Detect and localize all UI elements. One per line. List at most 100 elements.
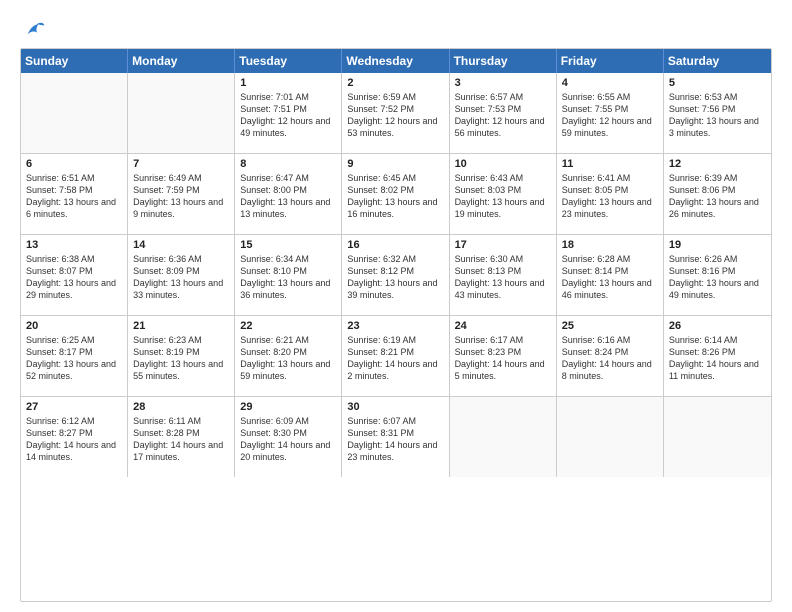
cal-cell-number: 8 [240, 158, 336, 170]
page: SundayMondayTuesdayWednesdayThursdayFrid… [0, 0, 792, 612]
cal-cell-info: Sunrise: 6:36 AM Sunset: 8:09 PM Dayligh… [133, 253, 229, 302]
cal-cell-info: Sunrise: 6:45 AM Sunset: 8:02 PM Dayligh… [347, 172, 443, 221]
cal-cell-info: Sunrise: 6:39 AM Sunset: 8:06 PM Dayligh… [669, 172, 766, 221]
cal-cell: 15 Sunrise: 6:34 AM Sunset: 8:10 PM Dayli… [235, 235, 342, 315]
cal-cell: 2Sunrise: 6:59 AM Sunset: 7:52 PM Daylig… [342, 73, 449, 153]
cal-cell-number: 7 [133, 158, 229, 170]
calendar: SundayMondayTuesdayWednesdayThursdayFrid… [20, 48, 772, 602]
cal-cell: 1 Sunrise: 7:01 AM Sunset: 7:51 PM Daylig… [235, 73, 342, 153]
cal-cell-info: Sunrise: 6:49 AM Sunset: 7:59 PM Dayligh… [133, 172, 229, 221]
cal-cell-number: 27 [26, 401, 122, 413]
cal-cell: 13 Sunrise: 6:38 AM Sunset: 8:07 PM Dayli… [21, 235, 128, 315]
cal-cell: 23Sunrise: 6:19 AM Sunset: 8:21 PM Dayli… [342, 316, 449, 396]
cal-cell-info: Sunrise: 6:11 AM Sunset: 8:28 PM Dayligh… [133, 415, 229, 464]
cal-cell-number: 22 [240, 320, 336, 332]
cal-header-day: Thursday [450, 49, 557, 73]
cal-cell-info: Sunrise: 6:21 AM Sunset: 8:20 PM Dayligh… [240, 334, 336, 383]
cal-cell: 12 Sunrise: 6:39 AM Sunset: 8:06 PM Dayli… [664, 154, 771, 234]
cal-cell: 29Sunrise: 6:09 AM Sunset: 8:30 PM Dayli… [235, 397, 342, 477]
cal-cell: 28 Sunrise: 6:11 AM Sunset: 8:28 PM Dayli… [128, 397, 235, 477]
cal-cell: 20 Sunrise: 6:25 AM Sunset: 8:17 PM Dayli… [21, 316, 128, 396]
cal-cell: 22 Sunrise: 6:21 AM Sunset: 8:20 PM Dayli… [235, 316, 342, 396]
calendar-header: SundayMondayTuesdayWednesdayThursdayFrid… [21, 49, 771, 73]
cal-cell-info: Sunrise: 6:51 AM Sunset: 7:58 PM Dayligh… [26, 172, 122, 221]
cal-cell-info: Sunrise: 6:34 AM Sunset: 8:10 PM Dayligh… [240, 253, 336, 302]
cal-cell: 10 Sunrise: 6:43 AM Sunset: 8:03 PM Dayli… [450, 154, 557, 234]
cal-header-day: Friday [557, 49, 664, 73]
cal-cell-number: 13 [26, 239, 122, 251]
cal-cell-info: Sunrise: 6:30 AM Sunset: 8:13 PM Dayligh… [455, 253, 551, 302]
cal-cell [128, 73, 235, 153]
cal-header-day: Wednesday [342, 49, 449, 73]
cal-cell [450, 397, 557, 477]
cal-row: 27 Sunrise: 6:12 AM Sunset: 8:27 PM Dayli… [21, 396, 771, 477]
cal-cell-info: Sunrise: 6:38 AM Sunset: 8:07 PM Dayligh… [26, 253, 122, 302]
cal-row: 20 Sunrise: 6:25 AM Sunset: 8:17 PM Dayli… [21, 315, 771, 396]
cal-cell-info: Sunrise: 6:55 AM Sunset: 7:55 PM Dayligh… [562, 91, 658, 140]
cal-cell-info: Sunrise: 6:14 AM Sunset: 8:26 PM Dayligh… [669, 334, 766, 383]
cal-cell: 18 Sunrise: 6:28 AM Sunset: 8:14 PM Dayli… [557, 235, 664, 315]
cal-cell: 5 Sunrise: 6:53 AM Sunset: 7:56 PM Daylig… [664, 73, 771, 153]
cal-cell-number: 20 [26, 320, 122, 332]
cal-cell-number: 30 [347, 401, 443, 413]
cal-row: 13 Sunrise: 6:38 AM Sunset: 8:07 PM Dayli… [21, 234, 771, 315]
cal-cell-number: 24 [455, 320, 551, 332]
cal-cell-number: 10 [455, 158, 551, 170]
cal-cell-number: 2 [347, 77, 443, 89]
cal-cell-number: 9 [347, 158, 443, 170]
cal-row: 1 Sunrise: 7:01 AM Sunset: 7:51 PM Daylig… [21, 73, 771, 153]
cal-header-day: Tuesday [235, 49, 342, 73]
cal-cell: 8Sunrise: 6:47 AM Sunset: 8:00 PM Daylig… [235, 154, 342, 234]
cal-header-day: Saturday [664, 49, 771, 73]
cal-cell-number: 1 [240, 77, 336, 89]
logo [20, 18, 46, 40]
cal-cell-info: Sunrise: 6:19 AM Sunset: 8:21 PM Dayligh… [347, 334, 443, 383]
cal-cell: 4Sunrise: 6:55 AM Sunset: 7:55 PM Daylig… [557, 73, 664, 153]
cal-cell: 24 Sunrise: 6:17 AM Sunset: 8:23 PM Dayli… [450, 316, 557, 396]
cal-cell-number: 25 [562, 320, 658, 332]
cal-header-day: Sunday [21, 49, 128, 73]
cal-cell-info: Sunrise: 6:53 AM Sunset: 7:56 PM Dayligh… [669, 91, 766, 140]
cal-cell-info: Sunrise: 6:23 AM Sunset: 8:19 PM Dayligh… [133, 334, 229, 383]
cal-cell-number: 16 [347, 239, 443, 251]
cal-cell-info: Sunrise: 6:32 AM Sunset: 8:12 PM Dayligh… [347, 253, 443, 302]
cal-cell: 30 Sunrise: 6:07 AM Sunset: 8:31 PM Dayli… [342, 397, 449, 477]
cal-cell [557, 397, 664, 477]
cal-cell-info: Sunrise: 6:25 AM Sunset: 8:17 PM Dayligh… [26, 334, 122, 383]
calendar-body: 1 Sunrise: 7:01 AM Sunset: 7:51 PM Daylig… [21, 73, 771, 477]
cal-cell-number: 29 [240, 401, 336, 413]
cal-cell-info: Sunrise: 6:41 AM Sunset: 8:05 PM Dayligh… [562, 172, 658, 221]
cal-cell-number: 18 [562, 239, 658, 251]
cal-cell: 3 Sunrise: 6:57 AM Sunset: 7:53 PM Daylig… [450, 73, 557, 153]
cal-cell-number: 28 [133, 401, 229, 413]
cal-cell-info: Sunrise: 7:01 AM Sunset: 7:51 PM Dayligh… [240, 91, 336, 140]
cal-cell: 7 Sunrise: 6:49 AM Sunset: 7:59 PM Daylig… [128, 154, 235, 234]
cal-cell-info: Sunrise: 6:28 AM Sunset: 8:14 PM Dayligh… [562, 253, 658, 302]
cal-cell: 26Sunrise: 6:14 AM Sunset: 8:26 PM Dayli… [664, 316, 771, 396]
cal-cell: 27 Sunrise: 6:12 AM Sunset: 8:27 PM Dayli… [21, 397, 128, 477]
cal-cell-number: 14 [133, 239, 229, 251]
cal-cell-info: Sunrise: 6:57 AM Sunset: 7:53 PM Dayligh… [455, 91, 551, 140]
cal-cell: 16 Sunrise: 6:32 AM Sunset: 8:12 PM Dayli… [342, 235, 449, 315]
cal-cell: 6 Sunrise: 6:51 AM Sunset: 7:58 PM Daylig… [21, 154, 128, 234]
cal-cell-info: Sunrise: 6:26 AM Sunset: 8:16 PM Dayligh… [669, 253, 766, 302]
cal-cell-number: 3 [455, 77, 551, 89]
cal-cell: 9 Sunrise: 6:45 AM Sunset: 8:02 PM Daylig… [342, 154, 449, 234]
cal-cell-number: 15 [240, 239, 336, 251]
cal-cell-number: 6 [26, 158, 122, 170]
cal-cell-info: Sunrise: 6:43 AM Sunset: 8:03 PM Dayligh… [455, 172, 551, 221]
cal-cell: 11 Sunrise: 6:41 AM Sunset: 8:05 PM Dayli… [557, 154, 664, 234]
cal-cell-number: 11 [562, 158, 658, 170]
cal-cell-number: 12 [669, 158, 766, 170]
cal-cell: 17Sunrise: 6:30 AM Sunset: 8:13 PM Dayli… [450, 235, 557, 315]
header [20, 18, 772, 40]
cal-cell: 21 Sunrise: 6:23 AM Sunset: 8:19 PM Dayli… [128, 316, 235, 396]
cal-cell-number: 21 [133, 320, 229, 332]
cal-cell-info: Sunrise: 6:07 AM Sunset: 8:31 PM Dayligh… [347, 415, 443, 464]
cal-cell-number: 5 [669, 77, 766, 89]
cal-cell-info: Sunrise: 6:17 AM Sunset: 8:23 PM Dayligh… [455, 334, 551, 383]
cal-cell [21, 73, 128, 153]
cal-cell: 25Sunrise: 6:16 AM Sunset: 8:24 PM Dayli… [557, 316, 664, 396]
cal-header-day: Monday [128, 49, 235, 73]
cal-cell-info: Sunrise: 6:12 AM Sunset: 8:27 PM Dayligh… [26, 415, 122, 464]
